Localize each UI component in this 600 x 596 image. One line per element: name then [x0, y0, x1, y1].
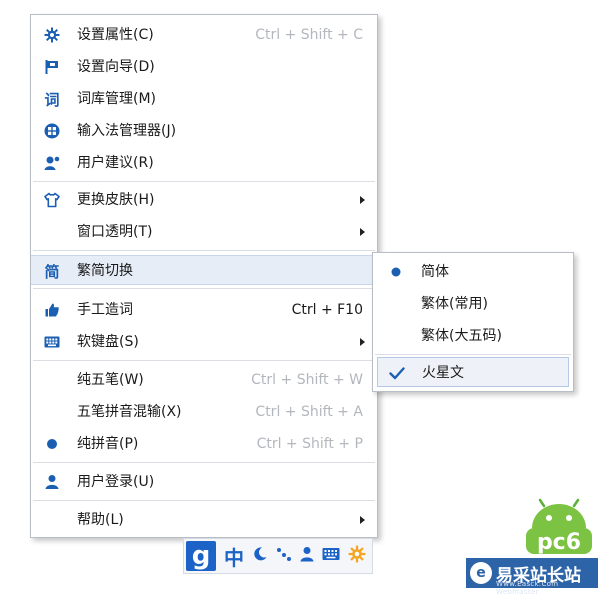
moon-icon[interactable]	[252, 546, 268, 566]
submenu-arrow-icon	[360, 516, 365, 524]
menu-label: 纯五笔(W)	[77, 372, 144, 388]
menu-shortcut: Ctrl + Shift + C	[255, 27, 363, 43]
menu-item-skin[interactable]: 更换皮肤(H)	[31, 185, 377, 215]
submenu-arrow-icon	[360, 196, 365, 204]
menu-item-dictionary[interactable]: 词 词库管理(M)	[31, 84, 377, 114]
menu-shortcut: Ctrl + Shift + W	[251, 372, 363, 388]
site-subtext: Www.Easck.Com Webmaster	[496, 580, 559, 596]
menu-item-transparency[interactable]: 窗口透明(T)	[31, 217, 377, 247]
submenu-label: 繁体(大五码)	[421, 328, 502, 344]
menu-label: 帮助(L)	[77, 512, 124, 528]
menu-item-user-login[interactable]: 用户登录(U)	[31, 467, 377, 497]
menu-label: 纯拼音(P)	[77, 436, 139, 452]
menu-label: 用户建议(R)	[77, 155, 154, 171]
menu-label: 更换皮肤(H)	[77, 192, 155, 208]
menu-item-setup-wizard[interactable]: 设置向导(D)	[31, 52, 377, 82]
checkmark-icon	[388, 364, 406, 382]
menu-label: 设置向导(D)	[77, 59, 155, 75]
submenu-separator	[375, 354, 571, 355]
menu-label: 用户登录(U)	[77, 474, 155, 490]
submenu-item-martian[interactable]: 火星文	[377, 357, 569, 387]
menu-label: 窗口透明(T)	[77, 224, 153, 240]
submenu-arrow-icon	[360, 338, 365, 346]
submenu-label: 火星文	[422, 365, 464, 381]
jian-icon: 简	[44, 262, 60, 281]
keyboard-icon	[43, 333, 61, 351]
menu-shortcut: Ctrl + F10	[291, 302, 363, 318]
gear-icon	[43, 26, 61, 44]
menu-separator	[33, 181, 375, 182]
submenu-label: 繁体(常用)	[421, 296, 488, 312]
submenu-item-traditional-big5[interactable]: 繁体(大五码)	[373, 321, 573, 351]
menu-item-manual-word[interactable]: 手工造词 Ctrl + F10	[31, 295, 377, 325]
submenu-item-traditional-common[interactable]: 繁体(常用)	[373, 289, 573, 319]
punctuation-icon[interactable]	[276, 546, 292, 566]
menu-label: 繁简切换	[77, 263, 133, 279]
selected-dot-icon	[387, 263, 405, 281]
dot-icon	[43, 435, 61, 453]
ime-status-bar: g 中	[183, 538, 373, 574]
settings-gear-icon[interactable]	[348, 545, 366, 567]
menu-shortcut: Ctrl + Shift + A	[255, 404, 363, 420]
menu-item-wubi-pinyin[interactable]: 五笔拼音混输(X) Ctrl + Shift + A	[31, 397, 377, 427]
menu-label: 输入法管理器(J)	[77, 123, 177, 139]
menu-shortcut: Ctrl + Shift + P	[256, 436, 363, 452]
menu-item-pure-pinyin[interactable]: 纯拼音(P) Ctrl + Shift + P	[31, 429, 377, 459]
user-suggest-icon	[43, 154, 61, 172]
menu-label: 词库管理(M)	[77, 91, 157, 107]
menu-separator	[33, 360, 375, 361]
menu-label: 软键盘(S)	[77, 334, 139, 350]
menu-item-settings[interactable]: 设置属性(C) Ctrl + Shift + C	[31, 20, 377, 50]
context-menu: 设置属性(C) Ctrl + Shift + C 设置向导(D) 词 词库管理(…	[30, 14, 378, 538]
chinese-mode-toggle[interactable]: 中	[224, 542, 244, 571]
trad-simp-submenu: 简体 繁体(常用) 繁体(大五码) 火星文	[372, 252, 574, 392]
user-icon[interactable]	[300, 546, 314, 566]
shirt-icon	[43, 191, 61, 209]
grid-circle-icon	[43, 122, 61, 140]
flag-icon	[43, 58, 61, 76]
ime-logo-icon[interactable]: g	[186, 541, 216, 571]
dictionary-icon: 词	[44, 90, 60, 109]
menu-item-trad-simp[interactable]: 简 繁简切换	[31, 255, 377, 285]
pc6-robot-logo: pc6	[522, 498, 596, 556]
watermark: pc6 e 易采站长站 Www.Easck.Com Webmaster	[466, 498, 598, 596]
menu-separator	[33, 250, 375, 251]
menu-label: 手工造词	[77, 302, 133, 318]
user-icon	[43, 473, 61, 491]
menu-separator	[33, 462, 375, 463]
menu-label: 五笔拼音混输(X)	[77, 404, 182, 420]
thumb-icon	[43, 301, 61, 319]
menu-item-pure-wubi[interactable]: 纯五笔(W) Ctrl + Shift + W	[31, 365, 377, 395]
menu-item-user-suggest[interactable]: 用户建议(R)	[31, 148, 377, 178]
submenu-label: 简体	[421, 264, 449, 280]
keyboard-icon[interactable]	[322, 547, 340, 565]
menu-item-help[interactable]: 帮助(L)	[31, 505, 377, 535]
menu-label: 设置属性(C)	[77, 27, 154, 43]
submenu-arrow-icon	[360, 228, 365, 236]
menu-separator	[33, 500, 375, 501]
menu-item-soft-keyboard[interactable]: 软键盘(S)	[31, 327, 377, 357]
menu-item-ime-manager[interactable]: 输入法管理器(J)	[31, 116, 377, 146]
menu-separator	[33, 288, 375, 289]
pc6-badge-text: pc6	[537, 530, 581, 555]
submenu-item-simplified[interactable]: 简体	[373, 257, 573, 287]
site-logo-icon: e	[470, 562, 492, 584]
